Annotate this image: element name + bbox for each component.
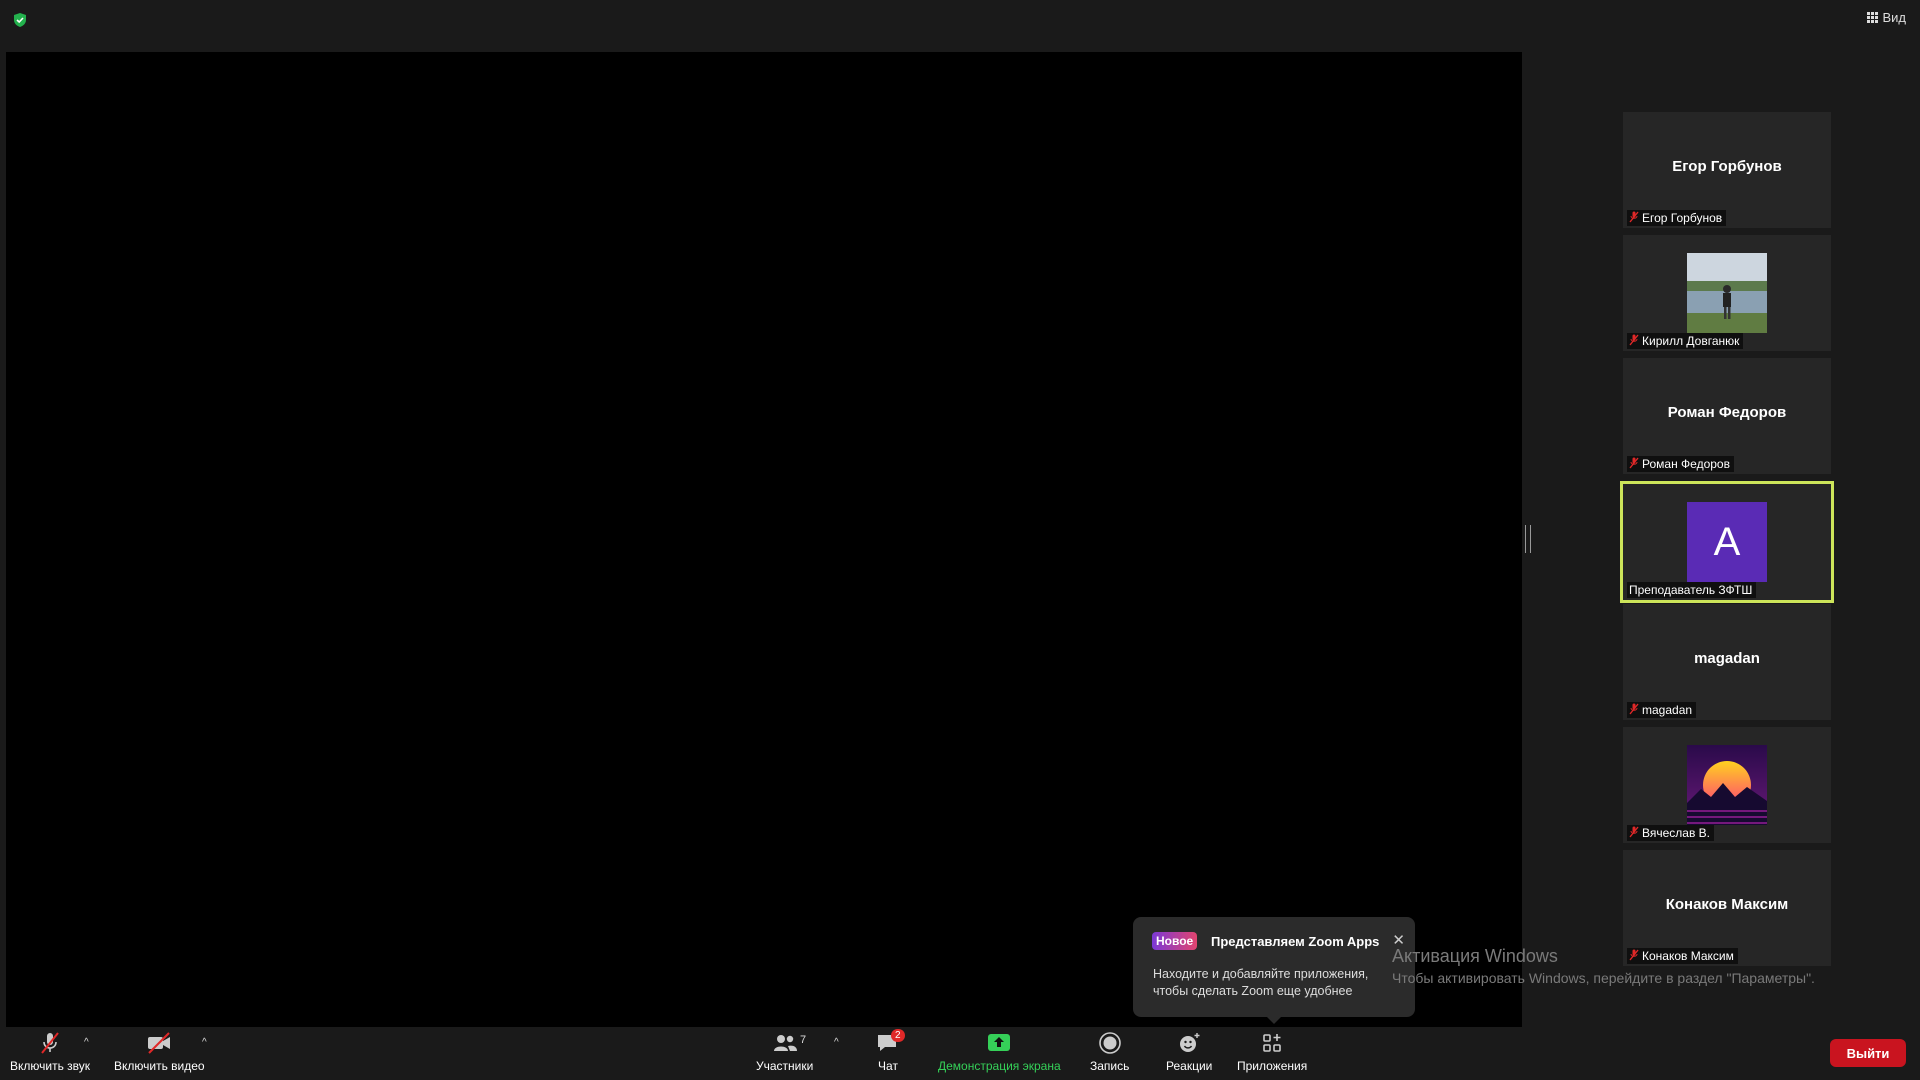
participant-display-name: Роман Федоров: [1667, 404, 1787, 421]
participant-name-text: Преподаватель ЗФТШ: [1629, 583, 1753, 597]
panel-splitter-handle[interactable]: [1525, 525, 1531, 553]
participant-tile[interactable]: magadan magadan: [1623, 604, 1831, 720]
participant-display-name: Конаков Максим: [1665, 896, 1789, 913]
unmute-label: Включить звук: [10, 1059, 91, 1073]
participant-name-text: Кирилл Довганюк: [1642, 334, 1740, 348]
participant-name-text: Роман Федоров: [1642, 457, 1730, 471]
participant-tile[interactable]: Егор Горбунов Егор Горбунов: [1623, 112, 1831, 228]
participant-name-text: Егор Горбунов: [1642, 211, 1723, 225]
record-label: Запись: [1090, 1059, 1130, 1073]
participants-label: Участники: [756, 1059, 814, 1073]
participant-name-text: magadan: [1642, 703, 1693, 717]
participants-options-chevron-icon[interactable]: ^: [834, 1037, 839, 1048]
participant-name-label: Роман Федоров: [1627, 456, 1734, 472]
apps-label: Приложения: [1237, 1059, 1308, 1073]
participant-name-label: Кирилл Довганюк: [1627, 333, 1744, 349]
popup-body: Находите и добавляйте приложения, чтобы …: [1153, 967, 1369, 998]
share-screen-button[interactable]: Демонстрация экрана: [938, 1031, 1061, 1073]
apps-button[interactable]: Приложения: [1237, 1031, 1307, 1073]
start-video-button[interactable]: Включить видео: [114, 1031, 205, 1073]
leave-meeting-button[interactable]: Выйти: [1830, 1039, 1906, 1067]
avatar: [1687, 745, 1767, 825]
video-options-chevron-icon[interactable]: ^: [202, 1037, 207, 1048]
participant-name-label: Преподаватель ЗФТШ: [1627, 582, 1757, 598]
mic-muted-icon: [41, 1032, 59, 1054]
reactions-button[interactable]: Реакции: [1166, 1031, 1212, 1073]
watermark-title: Активация Windows: [1392, 946, 1558, 966]
chat-unread-badge: 2: [891, 1029, 905, 1042]
view-label: Вид: [1882, 10, 1906, 25]
grid-icon: [1867, 12, 1879, 23]
share-screen-label: Демонстрация экрана: [938, 1059, 1061, 1073]
participant-tile[interactable]: A Преподаватель ЗФТШ: [1620, 481, 1834, 603]
share-screen-icon: [988, 1034, 1011, 1051]
mic-muted-icon: [1629, 457, 1639, 472]
participants-button[interactable]: Участники 7: [756, 1031, 813, 1073]
popup-title: Представляем Zoom Apps: [1211, 934, 1380, 949]
participant-name-label: magadan: [1627, 702, 1697, 718]
zoom-apps-popup: Новое Представляем Zoom Apps ✕ Находите …: [1133, 917, 1415, 1024]
participant-tile[interactable]: Роман Федоров Роман Федоров: [1623, 358, 1831, 474]
participant-tile[interactable]: Вячеслав В.: [1623, 727, 1831, 843]
apps-icon: [1263, 1034, 1281, 1052]
mic-muted-icon: [1629, 703, 1639, 718]
participants-count: 7: [800, 1034, 807, 1046]
participant-tile[interactable]: Кирилл Довганюк: [1623, 235, 1831, 351]
record-button[interactable]: Запись: [1090, 1031, 1129, 1073]
meeting-toolbar: Включить звук ^ Включить видео ^ Участни…: [0, 1027, 1920, 1080]
record-icon: [1098, 1032, 1121, 1054]
participant-name-text: Вячеслав В.: [1642, 826, 1711, 840]
reactions-label: Реакции: [1166, 1059, 1213, 1073]
security-shield-icon[interactable]: [12, 12, 28, 28]
audio-options-chevron-icon[interactable]: ^: [84, 1037, 89, 1048]
reactions-smiley-icon: [1180, 1033, 1200, 1052]
new-tag: Новое: [1152, 932, 1198, 950]
participants-icon: [773, 1035, 797, 1051]
participant-name-label: Вячеслав В.: [1627, 825, 1715, 841]
chat-button[interactable]: 2 Чат: [875, 1029, 905, 1073]
mic-muted-icon: [1629, 826, 1639, 841]
top-bar: Вид: [0, 0, 1920, 52]
windows-activation-watermark: Активация Windows Чтобы активировать Win…: [1392, 946, 1815, 986]
participant-name-label: Егор Горбунов: [1627, 210, 1727, 226]
mic-muted-icon: [1629, 334, 1639, 349]
watermark-text: Чтобы активировать Windows, перейдите в …: [1392, 970, 1815, 986]
avatar: A: [1687, 502, 1767, 582]
chat-label: Чат: [878, 1059, 898, 1073]
mic-muted-icon: [1629, 211, 1639, 226]
shared-screen-area: [6, 52, 1522, 1027]
start-video-label: Включить видео: [114, 1059, 205, 1073]
participant-display-name: Егор Горбунов: [1672, 158, 1782, 175]
participant-display-name: magadan: [1694, 650, 1760, 667]
unmute-button[interactable]: Включить звук: [10, 1031, 90, 1073]
video-off-icon: [148, 1032, 171, 1054]
avatar: [1687, 253, 1767, 333]
view-button[interactable]: Вид: [1867, 10, 1906, 25]
